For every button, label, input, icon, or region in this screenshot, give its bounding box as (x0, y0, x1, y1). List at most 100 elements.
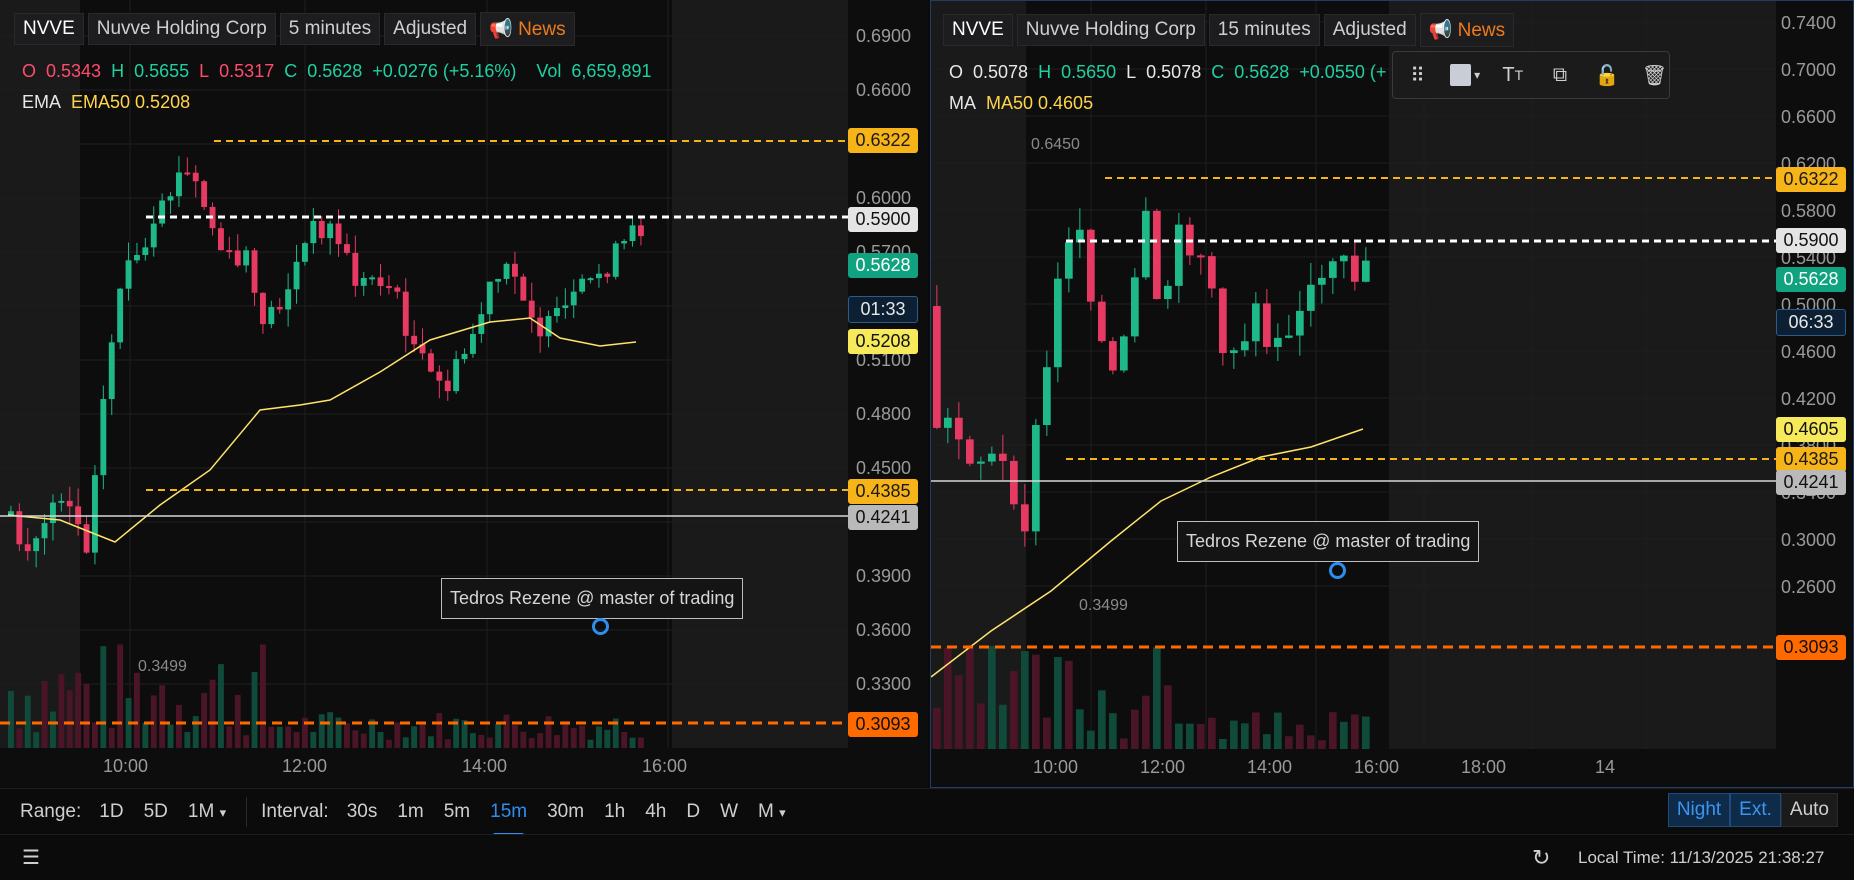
session-ext[interactable]: Ext. (1730, 793, 1781, 827)
news-label: News (518, 19, 566, 40)
open-label: O (949, 62, 964, 82)
candle-body (1043, 367, 1051, 426)
price-tick-label: 0.2600 (1781, 577, 1837, 597)
candle-body (512, 263, 518, 277)
left-indicator[interactable]: EMA EMA50 0.5208 (22, 92, 190, 113)
text-note[interactable]: Tedros Rezene @ master of trading (1177, 521, 1480, 562)
session-auto[interactable]: Auto (1780, 793, 1838, 827)
candle-body (352, 252, 359, 286)
candle-body (944, 417, 952, 428)
white-line-tag[interactable]: 0.5900 (1776, 228, 1846, 253)
volume-bar (638, 737, 644, 748)
text-note[interactable]: Tedros Rezene @ master of trading (441, 578, 744, 619)
upper-line-tag[interactable]: 0.6322 (1776, 167, 1846, 192)
candle-body (1252, 303, 1260, 342)
candle-body (142, 247, 149, 255)
adjusted-button[interactable]: Adjusted (1323, 14, 1416, 46)
candle-body (1197, 255, 1205, 258)
price-tick-label: 0.4600 (1781, 342, 1837, 362)
volume-bar (285, 726, 292, 748)
candle-body (428, 353, 434, 372)
interval-1h[interactable]: 1h (604, 801, 625, 823)
note-anchor-handle[interactable] (1329, 562, 1346, 579)
interval-4h[interactable]: 4h (645, 801, 666, 823)
news-button[interactable]: 📢 News (480, 12, 575, 46)
symbol-button[interactable]: NVVE (943, 14, 1013, 46)
volume-bar (428, 736, 434, 748)
refresh-icon[interactable]: ↻ (1532, 845, 1550, 871)
candle-body (1307, 284, 1315, 311)
support-line-tag[interactable]: 0.3093 (1776, 635, 1846, 660)
adjusted-button[interactable]: Adjusted (384, 13, 477, 45)
volume-bar (1362, 716, 1370, 749)
volume-bar (512, 725, 518, 748)
interval-button[interactable]: 15 minutes (1208, 14, 1320, 46)
white-line-tag[interactable]: 0.5900 (848, 207, 918, 232)
volume-bar (1043, 717, 1051, 749)
range-1m[interactable]: 1M ▾ (188, 801, 226, 823)
range-5d[interactable]: 5D (144, 801, 168, 823)
session-night[interactable]: Night (1667, 793, 1731, 827)
candle-body (66, 500, 73, 507)
interval-button[interactable]: 5 minutes (279, 13, 381, 45)
symbol-button[interactable]: NVVE (14, 13, 84, 45)
volume-bar (966, 644, 974, 749)
lower-line-tag[interactable]: 0.4385 (848, 479, 918, 504)
candle-body (402, 291, 409, 336)
candle-body (293, 261, 300, 290)
support-line-tag[interactable]: 0.3093 (848, 712, 918, 737)
volume-bar (478, 734, 485, 748)
session-shade (1389, 1, 1776, 749)
interval-1m[interactable]: 1m (397, 801, 423, 823)
clone-icon[interactable]: ⧉ (1545, 60, 1574, 90)
grey-line-tag[interactable]: 0.4241 (1776, 470, 1846, 495)
interval-d[interactable]: D (686, 801, 700, 823)
interval-30m[interactable]: 30m (547, 801, 584, 823)
candle-body (1021, 504, 1029, 532)
lower-line-tag[interactable]: 0.4385 (1776, 447, 1846, 472)
text-size-icon[interactable]: TT (1498, 60, 1527, 90)
interval-30s[interactable]: 30s (347, 801, 378, 823)
right-chart-canvas[interactable] (931, 1, 1854, 789)
volume-bar (545, 716, 552, 748)
candle-body (999, 453, 1007, 461)
volume-bar (1340, 721, 1348, 749)
volume-bar (486, 737, 493, 748)
candle-body (335, 223, 342, 245)
range-label: Range: (20, 800, 82, 822)
time-tick-label: 12:00 (1140, 757, 1186, 777)
candle-body (1274, 337, 1282, 347)
right-chart[interactable]: NVVE Nuvve Holding Corp 15 minutes Adjus… (930, 0, 1854, 788)
trash-icon[interactable]: 🗑 (1640, 60, 1669, 90)
volume-bar (377, 731, 384, 748)
candle-body (1109, 341, 1117, 371)
right-indicator[interactable]: MA MA50 0.4605 (949, 93, 1093, 114)
candle-body (344, 244, 350, 253)
unlock-icon[interactable]: 🔓 (1593, 60, 1622, 90)
volume-bar (83, 683, 90, 748)
volume-bar (444, 739, 451, 748)
left-chart[interactable]: NVVE Nuvve Holding Corp 5 minutes Adjust… (0, 0, 928, 788)
interval-15m[interactable]: 15m (490, 801, 527, 837)
news-button[interactable]: 📢 News (1419, 13, 1515, 47)
interval-m[interactable]: M ▾ (758, 801, 786, 823)
range-1d[interactable]: 1D (99, 801, 123, 823)
interval-w[interactable]: W (720, 801, 738, 823)
time-tick-label: 18:00 (1461, 757, 1507, 777)
note-anchor-handle[interactable] (592, 618, 609, 635)
upper-line-tag[interactable]: 0.6322 (848, 128, 918, 153)
list-menu-icon[interactable]: ☰ (22, 845, 40, 870)
session-toggle: Night Ext. Auto (1667, 793, 1838, 827)
candle-body (1362, 260, 1370, 282)
price-tick-label: 0.3600 (856, 620, 912, 640)
news-label: News (1457, 20, 1506, 41)
grey-line-tag[interactable]: 0.4241 (848, 505, 918, 530)
interval-5m[interactable]: 5m (444, 801, 470, 823)
drag-handle-icon[interactable]: ⠿ (1403, 60, 1432, 90)
color-picker-button[interactable]: ▾ (1450, 60, 1480, 90)
volume-bar (327, 712, 334, 748)
local-time: Local Time: 11/13/2025 21:38:27 (1578, 847, 1825, 867)
volume-bar (41, 681, 48, 748)
candle-body (1098, 301, 1106, 342)
candle-body (369, 277, 376, 280)
